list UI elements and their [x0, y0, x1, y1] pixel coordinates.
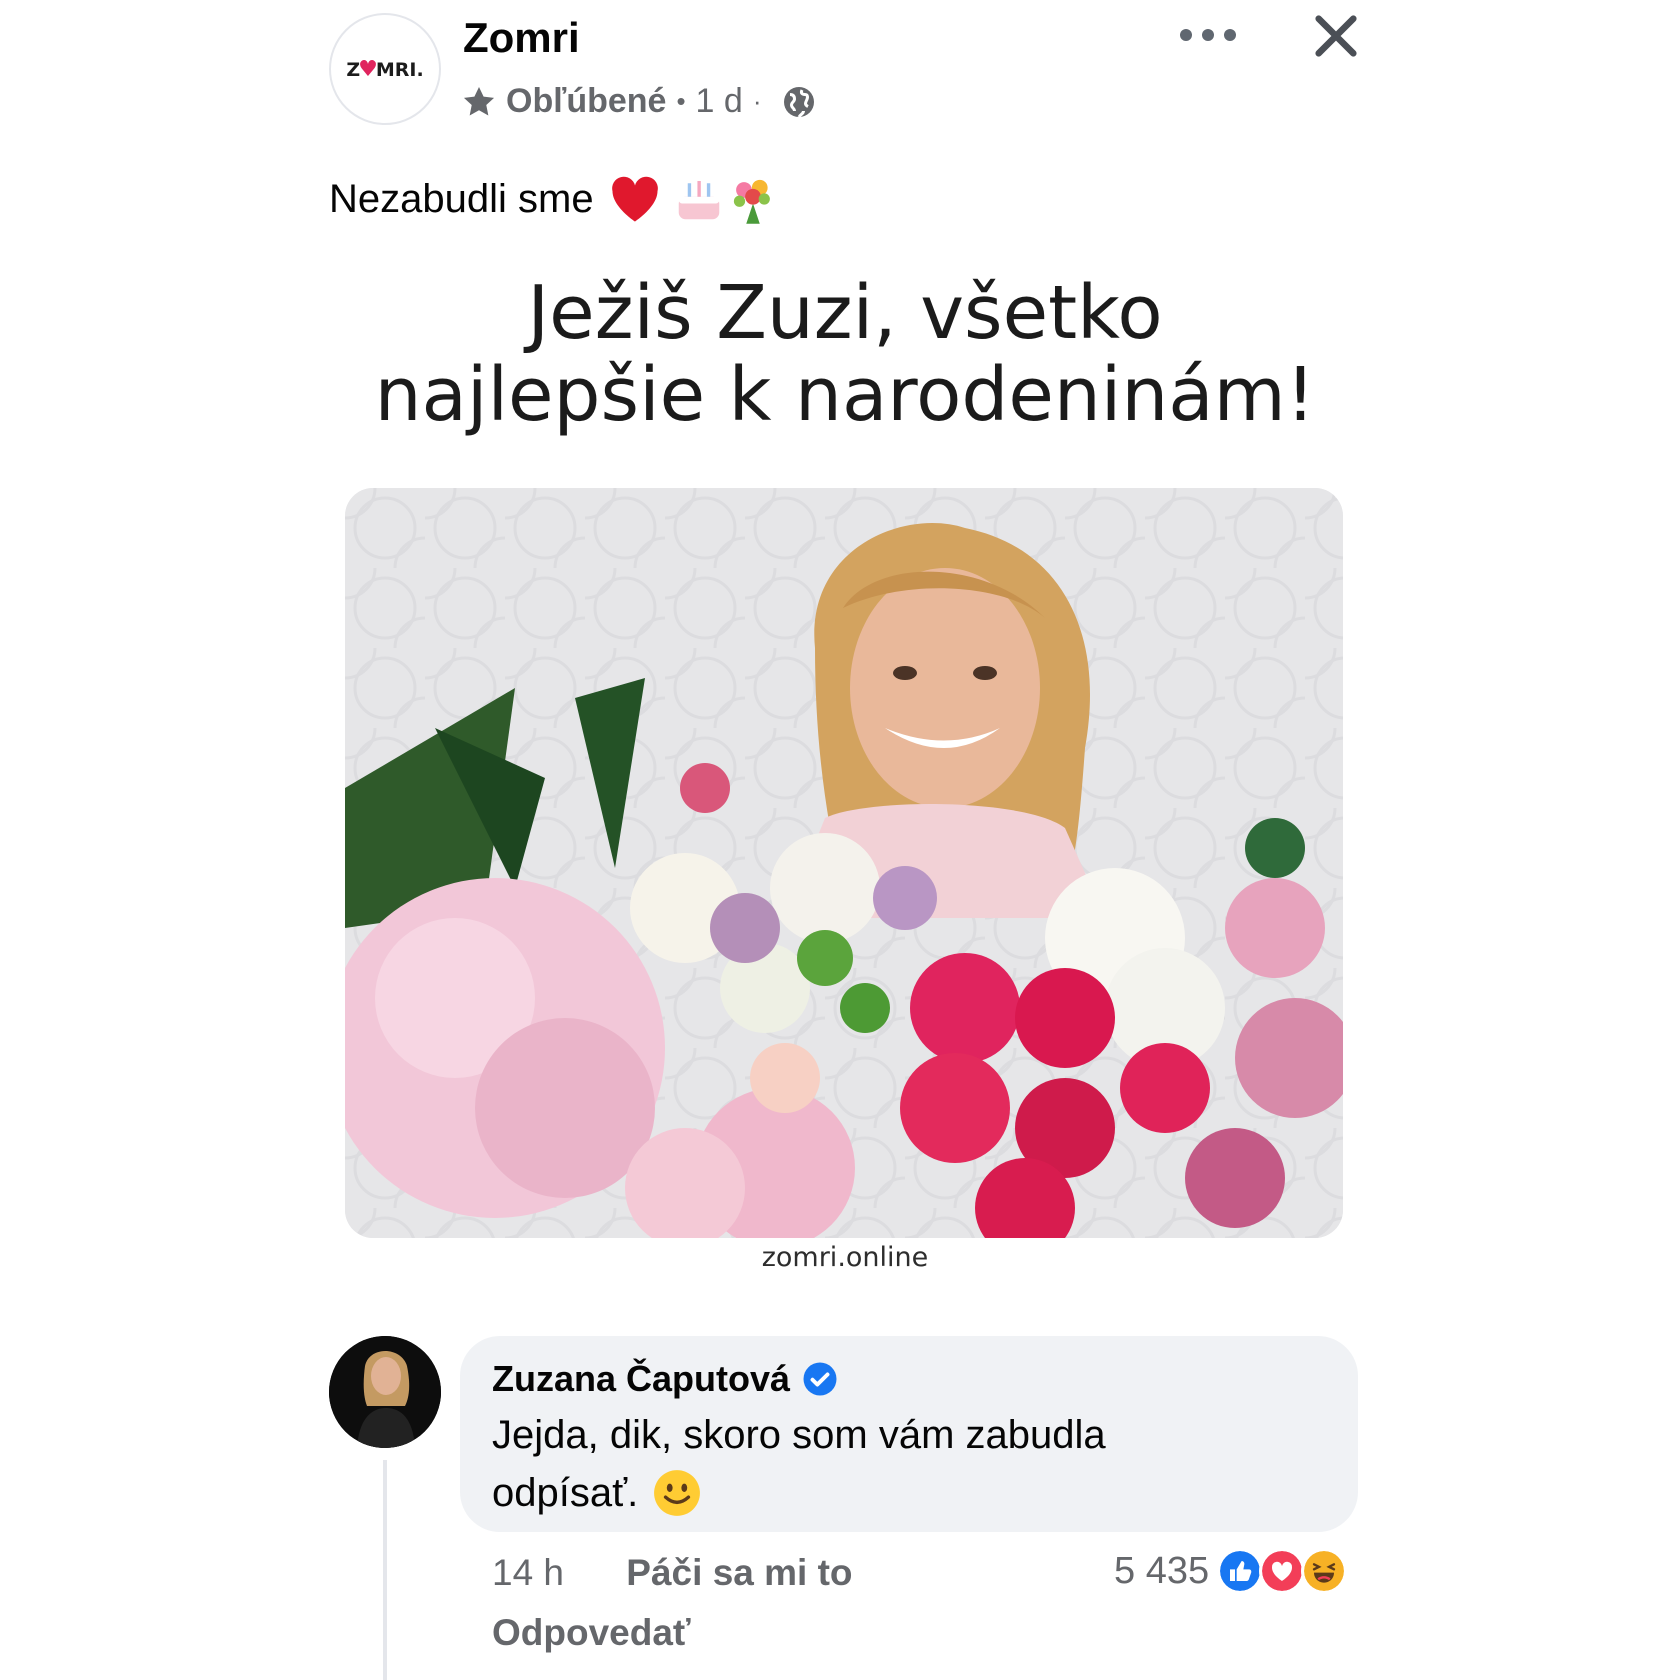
caption-text: Nezabudli sme: [329, 176, 594, 221]
post-time[interactable]: 1 d: [696, 82, 743, 121]
caption-emojis: [608, 172, 780, 226]
bouquet-emoji-icon: [733, 179, 770, 224]
birthday-cake-emoji-icon: [678, 181, 719, 220]
love-reaction-icon: [1259, 1548, 1306, 1594]
page-logo: Z♥MRI.: [346, 56, 424, 82]
page-name[interactable]: Zomri: [463, 14, 580, 62]
haha-reaction-icon: [1301, 1548, 1348, 1594]
comment-text-line: odpísať.: [492, 1471, 639, 1515]
heart-emoji-icon: [611, 176, 658, 222]
post-meta: Obľúbené • 1 d ·: [460, 82, 817, 121]
comment-text: Jejda, dik, skoro som vám zabudla odpísa…: [492, 1406, 1326, 1522]
photo-woman-with-flowers: [345, 488, 1343, 1238]
post-caption: Nezabudli sme: [329, 172, 780, 226]
commenter-avatar[interactable]: [329, 1336, 441, 1448]
reactions-summary[interactable]: 5 435: [1114, 1548, 1348, 1594]
comment-actions: 14 h Páči sa mi to: [492, 1552, 853, 1594]
close-icon[interactable]: [1310, 10, 1362, 62]
verified-badge-icon: [803, 1362, 837, 1396]
separator-dot: ·: [752, 86, 762, 116]
smiling-face-emoji-icon: [654, 1470, 701, 1516]
comment-time[interactable]: 14 h: [492, 1552, 564, 1593]
comment-text-line: Jejda, dik, skoro som vám zabudla: [492, 1413, 1106, 1457]
photo-source: zomri.online: [761, 1242, 929, 1273]
commenter-photo: [329, 1336, 441, 1448]
headline-line: najlepšie k narodeninám!: [374, 352, 1316, 438]
reply-button[interactable]: Odpovedať: [492, 1612, 691, 1654]
page-avatar[interactable]: Z♥MRI.: [329, 13, 441, 125]
post-photo[interactable]: [345, 488, 1343, 1238]
commenter-row: Zuzana Čaputová: [492, 1358, 1326, 1400]
separator-dot: •: [676, 86, 686, 116]
commenter-name[interactable]: Zuzana Čaputová: [492, 1358, 790, 1400]
post-headline: Ježiš Zuzi, všetko najlepšie k narodenin…: [330, 272, 1360, 436]
headline-line: Ježiš Zuzi, všetko: [527, 270, 1163, 356]
more-options-button[interactable]: [1180, 20, 1236, 50]
globe-icon: [784, 86, 815, 118]
like-reaction-icon: [1217, 1548, 1264, 1594]
reaction-count: 5 435: [1114, 1549, 1210, 1592]
thread-line: [383, 1460, 387, 1680]
comment-bubble: Zuzana Čaputová Jejda, dik, skoro som vá…: [460, 1336, 1358, 1532]
star-icon: [463, 86, 495, 115]
like-button[interactable]: Páči sa mi to: [626, 1552, 852, 1593]
favorite-label: Obľúbené: [506, 82, 667, 120]
